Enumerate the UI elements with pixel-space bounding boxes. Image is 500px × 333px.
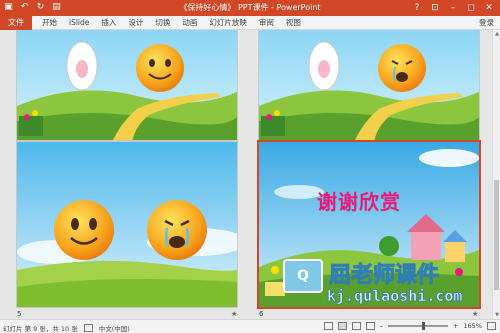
tab-view[interactable]: 视图 (280, 16, 307, 30)
help-button[interactable]: ? (408, 0, 426, 16)
tab-animations[interactable]: 动画 (176, 16, 203, 30)
slide-number-6: 6 (259, 310, 264, 318)
slide-4-art (259, 30, 479, 140)
slide-thumbnail-5[interactable] (16, 141, 238, 308)
zoom-out-icon[interactable]: – (380, 322, 383, 330)
ribbon-tab-strip: 开始 iSlide 插入 设计 切换 动画 幻灯片放映 审阅 视图 登录 (32, 16, 500, 30)
slide-thumbnail-3[interactable] (16, 30, 238, 141)
slide-5-art (17, 142, 237, 307)
ribbon-display-button[interactable]: ⊡ (426, 0, 444, 16)
slide-thumbnail-4[interactable] (258, 30, 480, 141)
tab-design[interactable]: 设计 (122, 16, 149, 30)
scrollbar-thumb[interactable] (494, 180, 499, 290)
reading-view-icon[interactable] (351, 322, 361, 330)
language-indicator[interactable]: 中文(中国) (99, 323, 130, 333)
tab-review[interactable]: 审阅 (253, 16, 280, 30)
slide-sorter: 3 ★ 4 (0, 30, 500, 319)
slide-transition-icon-5: ★ (231, 310, 238, 318)
slide-sorter-view-icon[interactable] (337, 322, 347, 330)
slide-6-title: 谢谢欣赏 (317, 190, 401, 214)
tab-transitions[interactable]: 切换 (149, 16, 176, 30)
scroll-up-icon[interactable]: ▲ (494, 31, 500, 37)
tab-slideshow[interactable]: 幻灯片放映 (203, 16, 253, 30)
zoom-slider[interactable] (387, 322, 448, 330)
title-bar: ▣ ↶ ↻ ▤ 《保持好心情》 PPT课件 - PowerPoint ? ⊡ –… (0, 0, 500, 16)
vertical-scrollbar[interactable]: ▲ ▼ (492, 30, 500, 319)
slide-transition-icon-6: ★ (472, 310, 479, 318)
slideshow-view-icon[interactable] (365, 322, 375, 330)
zoom-in-icon[interactable]: + (453, 322, 458, 330)
fit-to-window-icon[interactable] (487, 322, 496, 330)
spellcheck-icon[interactable] (83, 324, 93, 332)
powerpoint-window: ▣ ↶ ↻ ▤ 《保持好心情》 PPT课件 - PowerPoint ? ⊡ –… (0, 0, 500, 333)
tab-home[interactable]: 开始 (36, 16, 63, 30)
close-button[interactable]: ✕ (480, 0, 498, 16)
minimize-button[interactable]: – (444, 0, 462, 16)
slide-count: 幻灯片 第 9 张，共 10 张 (3, 325, 78, 333)
window-controls: ? ⊡ – ◻ ✕ (408, 0, 498, 16)
file-tab[interactable]: 文件 (0, 16, 32, 30)
tab-islide[interactable]: iSlide (63, 16, 95, 30)
status-bar: 幻灯片 第 9 张，共 10 张 中文(中国) – + 165% (0, 319, 500, 333)
slide-6-art (259, 142, 479, 307)
maximize-button[interactable]: ◻ (462, 0, 480, 16)
scroll-down-icon[interactable]: ▼ (494, 312, 500, 318)
slide-thumbnail-6[interactable]: 谢谢欣赏 (257, 140, 481, 309)
slide-number-5: 5 (17, 310, 22, 318)
login-link[interactable]: 登录 (479, 16, 494, 30)
zoom-slider-thumb[interactable] (422, 322, 426, 330)
zoom-level[interactable]: 165% (463, 322, 482, 330)
tab-insert[interactable]: 插入 (95, 16, 122, 30)
slide-3-art (17, 30, 237, 140)
normal-view-icon[interactable] (323, 322, 333, 330)
